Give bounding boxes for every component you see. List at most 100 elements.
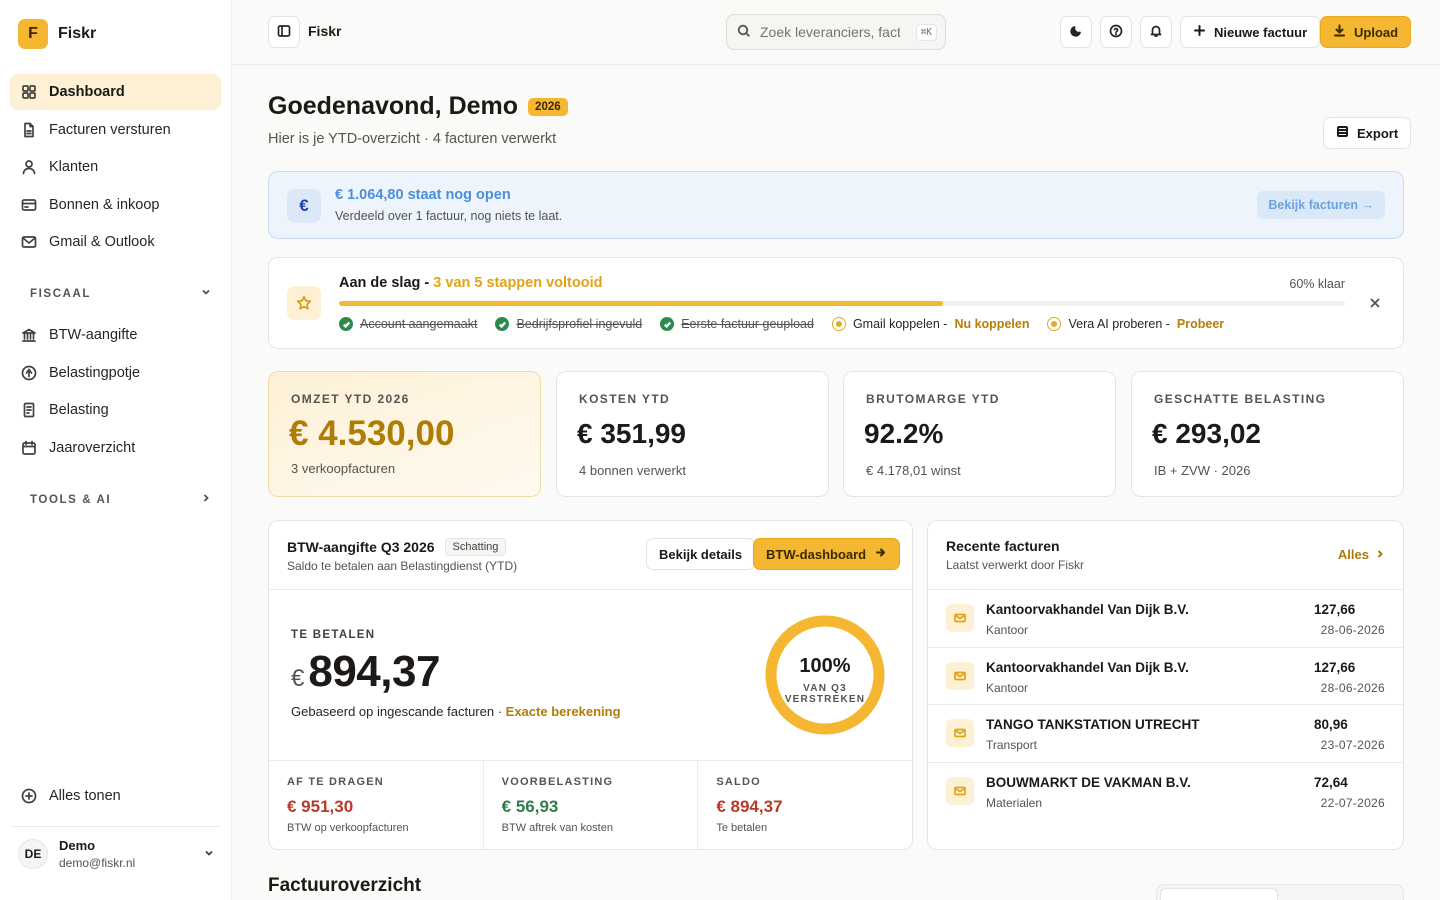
btw-card: BTW-aangifte Q3 2026 Schatting Saldo te … bbox=[268, 520, 913, 850]
list-item[interactable]: BOUWMARKT DE VAKMAN B.V. Materialen 72,6… bbox=[928, 761, 1403, 820]
plus-circle-icon bbox=[21, 788, 37, 804]
overview-tab-active[interactable] bbox=[1160, 888, 1278, 900]
btw-dashboard-button[interactable]: BTW-dashboard bbox=[753, 538, 901, 570]
mail-icon bbox=[946, 661, 974, 690]
close-icon bbox=[1369, 296, 1381, 312]
sidebar-item-label: BTW-aangifte bbox=[49, 327, 138, 343]
new-invoice-button[interactable]: Nieuwe factuur bbox=[1180, 16, 1321, 48]
greeting: Goedenavond, Demo 2026 bbox=[268, 92, 568, 121]
section-tools-toggle[interactable]: TOOLS & AI bbox=[30, 492, 212, 507]
sidebar-item-btw-aangifte[interactable]: BTW-aangifte bbox=[10, 317, 221, 353]
help-button[interactable] bbox=[1100, 16, 1132, 48]
overview-tabs[interactable] bbox=[1156, 884, 1404, 900]
user-info: Demo demo@fiskr.nl bbox=[59, 838, 135, 870]
search-box[interactable]: ⌘K bbox=[726, 14, 946, 50]
stat-value: € 351,99 bbox=[577, 418, 686, 449]
list-item[interactable]: TANGO TANKSTATION UTRECHT Transport 80,9… bbox=[928, 704, 1403, 762]
all-invoices-link[interactable]: Alles bbox=[1338, 547, 1385, 562]
onboarding-progress-bar bbox=[339, 301, 1345, 306]
sidebar-item-belasting[interactable]: Belasting bbox=[10, 392, 221, 428]
invoice-category: Transport bbox=[986, 738, 1037, 752]
bell-icon bbox=[1149, 24, 1163, 41]
onboarding-separator: - bbox=[420, 275, 434, 291]
invoice-amount: 127,66 bbox=[1314, 659, 1356, 675]
sidebar-item-label: Gmail & Outlook bbox=[49, 234, 155, 250]
stat-value: € 293,02 bbox=[1152, 418, 1261, 449]
onboarding-percent: 60% klaar bbox=[1289, 277, 1345, 291]
section-fiscaal-label: FISCAAL bbox=[30, 287, 92, 300]
check-circle-icon bbox=[495, 317, 510, 331]
recent-list: Kantoorvakhandel Van Dijk B.V. Kantoor 1… bbox=[928, 589, 1403, 819]
col-label: AF TE DRAGEN bbox=[287, 776, 384, 788]
sidebar-item-gmail-outlook[interactable]: Gmail & Outlook bbox=[10, 224, 221, 260]
year-badge: 2026 bbox=[528, 97, 568, 116]
invoice-amount: 127,66 bbox=[1314, 602, 1356, 617]
bank-icon bbox=[21, 327, 37, 343]
invoice-date: 28-06-2026 bbox=[1320, 680, 1385, 695]
topbar: Fiskr ⌘K Nieuwe factuur Upload bbox=[232, 0, 1440, 65]
calendar-icon bbox=[21, 440, 37, 456]
section-fiscaal-toggle[interactable]: FISCAAL bbox=[30, 286, 212, 301]
sidebar-item-belastingpotje[interactable]: Belastingpotje bbox=[10, 355, 221, 391]
stat-sub: 4 bonnen verwerkt bbox=[579, 463, 686, 478]
invoice-category: Materialen bbox=[986, 795, 1043, 810]
user-menu[interactable]: DE Demo demo@fiskr.nl bbox=[18, 838, 215, 870]
connect-gmail-link[interactable]: Nu koppelen bbox=[954, 317, 1029, 331]
donut-label: VAN Q3 VERSTREKEN bbox=[784, 683, 866, 705]
upload-button[interactable]: Upload bbox=[1320, 16, 1412, 48]
brand-name: Fiskr bbox=[58, 25, 97, 42]
btw-details-label: Bekijk details bbox=[659, 546, 743, 562]
invoice-supplier: Kantoorvakhandel Van Dijk B.V. bbox=[986, 602, 1189, 617]
try-vera-link[interactable]: Probeer bbox=[1177, 317, 1224, 331]
upload-label: Upload bbox=[1354, 24, 1399, 40]
estimate-tag: Schatting bbox=[444, 538, 507, 556]
sidebar-item-facturen-versturen[interactable]: Facturen versturen bbox=[10, 112, 221, 148]
stat-label: GESCHATTE BELASTING bbox=[1154, 392, 1327, 406]
stat-value: 92.2% bbox=[864, 418, 944, 449]
close-onboarding-button[interactable] bbox=[1369, 296, 1381, 312]
chevron-right-icon bbox=[200, 492, 212, 507]
sidebar-item-label: Facturen versturen bbox=[49, 121, 171, 138]
col-sub: BTW op verkoopfacturen bbox=[287, 822, 409, 834]
stat-card-kosten: KOSTEN YTD € 351,99 4 bonnen verwerkt bbox=[556, 371, 829, 497]
col-sub: BTW aftrek van kosten bbox=[501, 822, 613, 834]
pay-label: TE BETALEN bbox=[291, 629, 376, 641]
fiscaal-nav: BTW-aangifte Belastingpotje Belasting Ja… bbox=[10, 317, 221, 467]
open-amount-banner: € € 1.064,80 staat nog open Verdeeld ove… bbox=[268, 171, 1404, 239]
pending-circle-icon bbox=[831, 317, 846, 331]
sidebar-item-jaaroverzicht[interactable]: Jaaroverzicht bbox=[10, 430, 221, 466]
notifications-button[interactable] bbox=[1140, 16, 1172, 48]
step-profile: Bedrijfsprofiel ingevuld bbox=[495, 317, 642, 331]
user-email: demo@fiskr.nl bbox=[59, 856, 136, 870]
document-icon bbox=[21, 122, 37, 138]
exact-calculation-link[interactable]: Exacte berekening bbox=[506, 704, 621, 719]
pay-amount: € 894,37 bbox=[291, 647, 440, 697]
view-invoices-button[interactable]: Bekijk facturen → bbox=[1257, 191, 1385, 219]
theme-toggle-button[interactable] bbox=[1060, 16, 1092, 48]
search-icon bbox=[737, 24, 751, 41]
btw-details-button[interactable]: Bekijk details bbox=[646, 538, 756, 570]
sidebar-item-klanten[interactable]: Klanten bbox=[10, 149, 221, 185]
list-item[interactable]: Kantoorvakhandel Van Dijk B.V. Kantoor 1… bbox=[928, 589, 1403, 647]
grid-icon bbox=[21, 84, 37, 100]
user-icon bbox=[21, 159, 37, 175]
brand[interactable]: F Fiskr bbox=[18, 19, 96, 49]
sidebar-toggle-button[interactable] bbox=[268, 16, 300, 48]
col-value: € 894,37 bbox=[716, 797, 783, 816]
onboarding-title-text: Aan de slag bbox=[339, 275, 421, 291]
sidebar-item-dashboard[interactable]: Dashboard bbox=[10, 74, 221, 110]
sidebar-item-alles-tonen[interactable]: Alles tonen bbox=[10, 778, 221, 814]
sidebar-item-label: Klanten bbox=[49, 159, 99, 175]
sidebar-item-bonnen[interactable]: Bonnen & inkoop bbox=[10, 187, 221, 223]
search-input[interactable] bbox=[760, 24, 900, 40]
step-label: Bedrijfsprofiel ingevuld bbox=[516, 317, 643, 331]
col-value: € 56,93 bbox=[501, 797, 559, 816]
list-item[interactable]: Kantoorvakhandel Van Dijk B.V. Kantoor 1… bbox=[928, 646, 1403, 705]
chevron-down-icon bbox=[203, 846, 215, 862]
export-button[interactable]: Export bbox=[1323, 117, 1412, 149]
stat-card-belasting: GESCHATTE BELASTING € 293,02 IB + ZVW · … bbox=[1131, 371, 1404, 497]
btw-breakdown: AF TE DRAGEN € 951,30 BTW op verkoopfact… bbox=[269, 760, 912, 849]
brand-logo: F bbox=[18, 19, 48, 49]
onboarding-card: Aan de slag - 3 van 5 stappen voltooid 6… bbox=[268, 257, 1404, 349]
invoice-category: Kantoor bbox=[986, 680, 1029, 695]
